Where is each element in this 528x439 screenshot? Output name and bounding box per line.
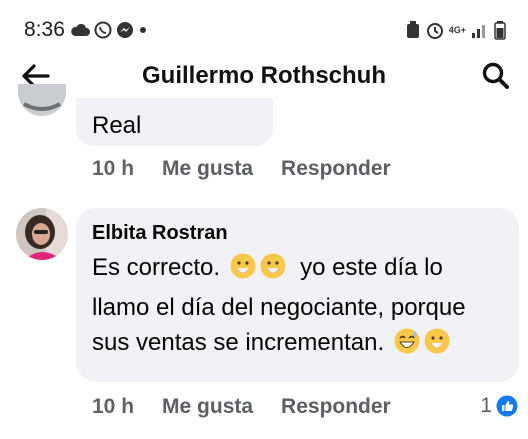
hand-over-mouth-emoji-icon xyxy=(259,252,287,290)
status-left-icons xyxy=(70,21,148,39)
like-link[interactable]: Me gusta xyxy=(162,395,253,419)
alarm-icon xyxy=(426,23,443,39)
dot-icon xyxy=(140,27,146,33)
thumbs-up-icon xyxy=(496,395,518,417)
comment-time: 10 h xyxy=(92,157,135,180)
comment-bubble: Real xyxy=(76,98,273,146)
page-title: Guillermo Rothschuh xyxy=(141,62,386,89)
reaction-count[interactable]: 1 xyxy=(480,394,518,418)
reply-link[interactable]: Responder xyxy=(281,157,391,181)
like-link[interactable]: Me gusta xyxy=(162,157,253,181)
cloud-icon xyxy=(71,23,90,36)
comment-actions: 10 h Me gusta Responder xyxy=(92,157,419,181)
app-header: Guillermo Rothschuh xyxy=(0,50,528,102)
comment-text: Real xyxy=(92,112,142,139)
status-right-icons: 4G+ xyxy=(405,20,506,40)
battery-icon xyxy=(494,21,506,40)
battery-saver-icon xyxy=(406,21,419,38)
status-time: 8:36 xyxy=(24,18,65,41)
whatsapp-icon xyxy=(94,21,112,39)
comment-author[interactable]: Elbita Rostran xyxy=(92,222,228,245)
avatar-image xyxy=(18,84,66,116)
status-bar: 8:36 4G+ xyxy=(0,0,528,50)
comment-text-part: Es correcto. xyxy=(92,254,221,281)
network-type: 4G+ xyxy=(448,25,466,35)
hand-over-mouth-emoji-icon xyxy=(229,252,257,290)
reaction-count-number: 1 xyxy=(480,394,492,417)
comment-actions: 10 h Me gusta Responder xyxy=(92,395,419,419)
comment-bubble: Elbita Rostran Es correcto. yo este día … xyxy=(76,208,519,382)
avatar[interactable] xyxy=(16,208,68,260)
avatar-image xyxy=(16,208,68,260)
grinning-sweat-emoji-icon xyxy=(393,327,421,365)
hand-over-mouth-emoji-icon xyxy=(423,327,451,365)
signal-icon xyxy=(472,25,485,38)
search-icon[interactable] xyxy=(480,60,512,92)
avatar[interactable] xyxy=(18,84,66,116)
messenger-icon xyxy=(117,22,133,38)
comment-text: Es correcto. yo este día lo llamo el día… xyxy=(92,250,502,365)
reply-link[interactable]: Responder xyxy=(281,395,391,419)
comment-time: 10 h xyxy=(92,395,135,418)
